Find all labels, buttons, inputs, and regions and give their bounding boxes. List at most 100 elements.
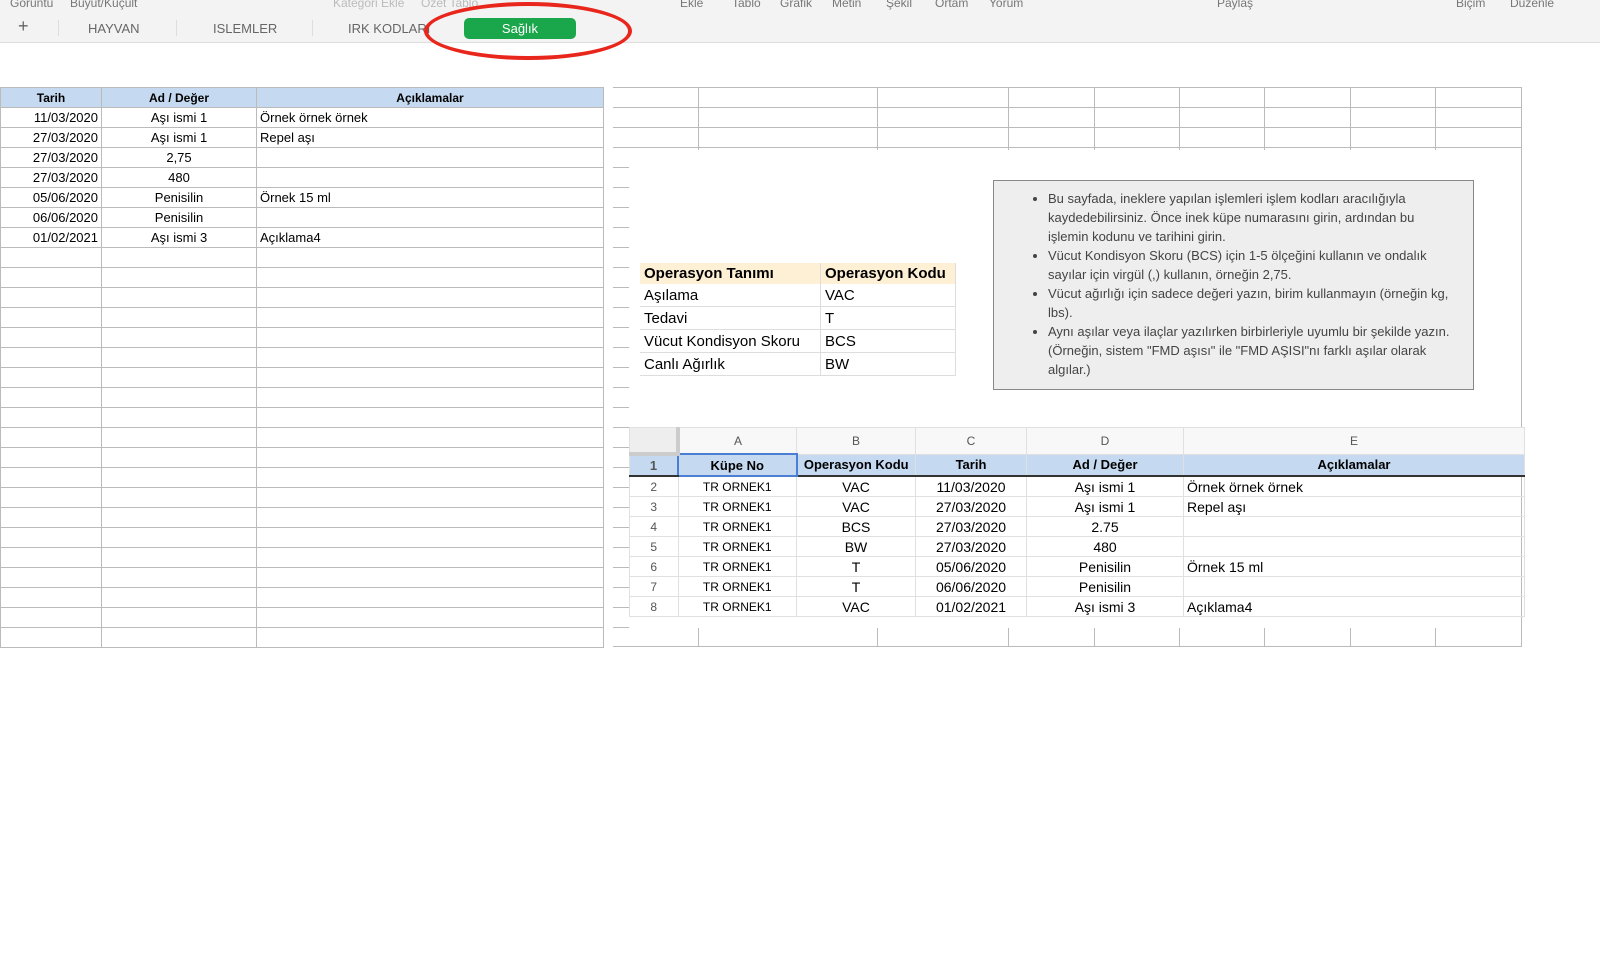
table-cell[interactable] (256, 347, 604, 368)
table-cell[interactable] (0, 447, 102, 468)
table-cell[interactable] (101, 407, 257, 428)
table-cell[interactable] (0, 267, 102, 288)
table-cell[interactable]: Örnek örnek örnek (256, 107, 604, 128)
table-cell[interactable] (0, 567, 102, 588)
table-cell[interactable]: 480 (101, 167, 257, 188)
tab-islemler[interactable]: ISLEMLER (213, 21, 277, 36)
table-cell[interactable] (256, 467, 604, 488)
table-cell[interactable] (0, 507, 102, 528)
table-cell[interactable]: 05/06/2020 (0, 187, 102, 208)
table-cell[interactable] (101, 287, 257, 308)
table-cell[interactable] (256, 427, 604, 448)
table-cell[interactable]: 2,75 (101, 147, 257, 168)
table-cell[interactable]: Aşı ismi 1 (101, 107, 257, 128)
table-cell[interactable] (101, 487, 257, 508)
table-cell[interactable] (101, 347, 257, 368)
table-cell[interactable] (0, 427, 102, 448)
table-cell[interactable] (256, 447, 604, 468)
menu-item[interactable]: Paylaş (1217, 0, 1253, 10)
table-cell[interactable] (101, 367, 257, 388)
menu-item[interactable]: Biçim (1456, 0, 1485, 10)
table-cell[interactable]: 27/03/2020 (0, 127, 102, 148)
table-cell[interactable] (0, 367, 102, 388)
table-cell[interactable] (101, 467, 257, 488)
table-cell[interactable] (256, 607, 604, 628)
table-cell[interactable]: Açıklama4 (256, 227, 604, 248)
table-cell[interactable] (0, 487, 102, 508)
menu-item[interactable]: Yorum (989, 0, 1023, 10)
table-cell[interactable] (256, 487, 604, 508)
menu-item[interactable]: Buyut/Kuçult (70, 0, 137, 10)
tab-hayvan[interactable]: HAYVAN (88, 21, 140, 36)
table-cell[interactable] (0, 607, 102, 628)
table-cell[interactable] (101, 387, 257, 408)
menu-item[interactable]: Ekle (680, 0, 703, 10)
example-cell: TR ORNEK1 (677, 475, 797, 497)
table-cell[interactable] (0, 547, 102, 568)
table-cell[interactable] (256, 267, 604, 288)
table-cell[interactable]: 27/03/2020 (0, 167, 102, 188)
table-cell[interactable] (0, 407, 102, 428)
table-cell[interactable] (101, 587, 257, 608)
table-cell[interactable]: 27/03/2020 (0, 147, 102, 168)
menu-item[interactable]: Ortam (935, 0, 968, 10)
table-cell[interactable] (101, 327, 257, 348)
table-cell[interactable] (0, 627, 102, 648)
table-cell[interactable] (256, 167, 604, 188)
tab-irk-kodlari[interactable]: IRK KODLARI (348, 21, 430, 36)
table-cell[interactable] (256, 507, 604, 528)
table-cell[interactable] (256, 587, 604, 608)
table-cell[interactable] (101, 247, 257, 268)
table-cell[interactable] (0, 347, 102, 368)
table-cell[interactable]: Aşı ismi 1 (101, 127, 257, 148)
table-cell[interactable] (101, 507, 257, 528)
table-cell[interactable] (101, 627, 257, 648)
table-cell[interactable] (0, 587, 102, 608)
table-cell[interactable] (256, 527, 604, 548)
menu-item[interactable]: Grafik (780, 0, 812, 10)
table-cell[interactable] (101, 567, 257, 588)
table-cell[interactable] (101, 607, 257, 628)
table-cell[interactable] (0, 307, 102, 328)
table-cell[interactable]: 01/02/2021 (0, 227, 102, 248)
table-cell[interactable] (256, 367, 604, 388)
table-cell[interactable]: Penisilin (101, 187, 257, 208)
table-cell[interactable] (256, 287, 604, 308)
menu-item[interactable]: Kategori Ekle (333, 0, 404, 10)
table-cell[interactable]: Örnek 15 ml (256, 187, 604, 208)
table-cell[interactable] (101, 427, 257, 448)
table-cell[interactable] (256, 247, 604, 268)
table-cell[interactable]: Aşı ismi 3 (101, 227, 257, 248)
menu-item[interactable]: Şekil (886, 0, 912, 10)
table-cell[interactable] (256, 207, 604, 228)
table-cell[interactable]: Repel aşı (256, 127, 604, 148)
table-cell[interactable] (0, 527, 102, 548)
table-cell[interactable] (256, 567, 604, 588)
table-cell[interactable]: 11/03/2020 (0, 107, 102, 128)
table-cell[interactable] (101, 547, 257, 568)
menu-item[interactable]: Duzenle (1510, 0, 1554, 10)
table-cell[interactable] (256, 387, 604, 408)
table-cell[interactable] (0, 387, 102, 408)
table-cell[interactable] (256, 327, 604, 348)
table-cell[interactable] (256, 407, 604, 428)
add-sheet-button[interactable]: + (18, 16, 29, 37)
table-cell[interactable] (256, 147, 604, 168)
table-cell[interactable] (0, 467, 102, 488)
table-cell[interactable]: Penisilin (101, 207, 257, 228)
table-cell[interactable] (0, 327, 102, 348)
table-row (0, 427, 604, 448)
table-cell[interactable] (0, 247, 102, 268)
table-cell[interactable] (101, 527, 257, 548)
table-cell[interactable] (0, 287, 102, 308)
table-cell[interactable] (101, 447, 257, 468)
table-cell[interactable] (256, 547, 604, 568)
menu-item[interactable]: Tablo (732, 0, 761, 10)
table-cell[interactable]: 06/06/2020 (0, 207, 102, 228)
table-cell[interactable] (101, 307, 257, 328)
table-cell[interactable] (256, 307, 604, 328)
table-cell[interactable] (101, 267, 257, 288)
menu-item[interactable]: Goruntu (10, 0, 53, 10)
table-cell[interactable] (256, 627, 604, 648)
menu-item[interactable]: Metin (832, 0, 861, 10)
